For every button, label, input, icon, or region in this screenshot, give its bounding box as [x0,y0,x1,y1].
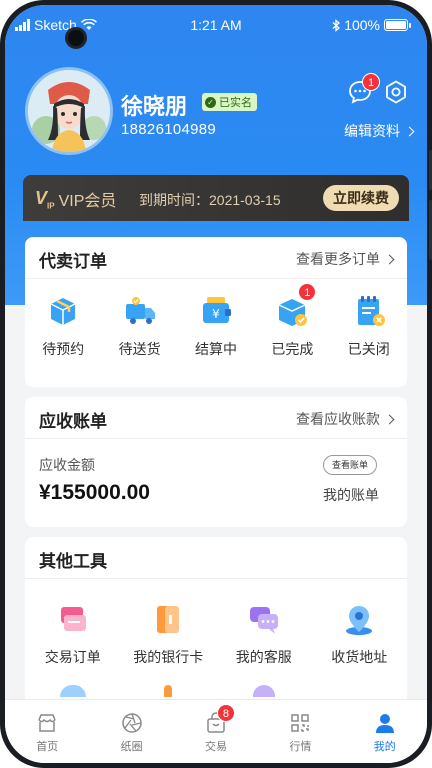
view-receivables-label: 查看应收账款 [296,411,380,427]
aperture-icon [121,712,143,734]
tab-label: 纸圈 [120,741,143,753]
tool-trade-orders[interactable]: 交易订单 [25,603,121,667]
tab-label: 行情 [289,741,312,753]
truck-icon [122,293,158,329]
order-status-completed[interactable]: 1 已完成 [254,283,330,359]
order-status-pending-delivery[interactable]: 待送货 [101,293,177,359]
message-badge: 1 [362,73,380,91]
vip-expire-label: 到期时间： [139,192,209,208]
receivables-title: 应收账单 [39,412,107,431]
person-icon [374,712,396,734]
tab-label: 交易 [204,741,227,753]
vip-expire: 到期时间：2021-03-15 [139,190,281,210]
user-phone: 18826104989 [121,121,217,138]
chevron-right-icon [404,126,415,136]
view-bill-button[interactable]: 查看账单 [322,455,377,475]
tab-paper-circle[interactable]: 纸圈 [89,700,173,763]
order-status-label: 待送货 [118,341,161,357]
bank-card-icon [151,603,185,637]
tools-grid: 交易订单 我的银行卡 我的客服 收货地址 [25,603,407,667]
battery-icon [384,19,408,31]
tool-label: 交易订单 [44,649,101,665]
order-status-closed[interactable]: 已关闭 [331,293,407,359]
tool-shipping-address[interactable]: 收货地址 [312,603,408,667]
chat-bubbles-icon [247,603,281,637]
vip-expire-date: 2021-03-15 [209,192,281,208]
view-receivables-link[interactable]: 查看应收账款 [296,409,395,429]
amount-value: ¥155000.00 [39,481,150,504]
receivables-card: 应收账单 查看应收账款 应收金额 ¥155000.00 查看账单 我的账单 [25,397,407,527]
order-status-label: 已完成 [271,341,314,357]
svg-text:¥: ¥ [212,307,220,321]
tool-customer-service[interactable]: 我的客服 [216,603,312,667]
chevron-right-icon [384,414,395,424]
order-status-label: 待预约 [42,341,85,357]
vip-logo: VIP VIP会员 [35,187,116,211]
grid-icon [289,712,311,734]
tab-trade[interactable]: 8 交易 [174,700,258,763]
vip-crown-icon: VIP [35,187,55,211]
verified-label: 已实名 [219,97,252,109]
front-camera [65,27,87,49]
tab-mine[interactable]: 我的 [343,700,427,763]
tab-home[interactable]: 首页 [5,700,89,763]
order-card-icon [56,603,90,637]
user-name: 徐晓朋 [121,94,188,119]
more-orders-link[interactable]: 查看更多订单 [296,249,395,269]
store-icon [36,712,58,734]
my-bill-link[interactable]: 我的账单 [323,485,379,505]
tool-icon-partial [252,685,275,697]
bluetooth-icon [332,18,341,32]
message-button[interactable]: 1 [347,73,380,105]
tool-icon-partial [164,685,173,697]
vip-banner: VIP VIP会员 到期时间：2021-03-15 立即续费 [23,175,409,221]
tool-icon-partial [59,685,86,697]
renew-button[interactable]: 立即续费 [323,185,399,211]
tool-label: 我的银行卡 [133,649,204,665]
chevron-right-icon [384,254,395,264]
bag-icon: 8 [205,704,235,734]
orders-card: 代卖订单 查看更多订单 待预约 待送货 ¥ 结算中 1 已完成 已关闭 [25,237,407,387]
tab-label: 首页 [36,741,59,753]
battery-percent: 100% [344,17,380,33]
tab-market[interactable]: 行情 [258,700,342,763]
order-status-pending-appointment[interactable]: 待预约 [25,293,101,359]
gear-icon [386,80,406,104]
tool-label: 收货地址 [331,649,388,665]
vip-title: VIP会员 [58,193,117,210]
app-screen: Sketch 1:21 AM 100% 徐晓朋 ✓ 已实名 1882610498… [5,5,427,763]
box-icon [45,293,81,329]
avatar-illustration-icon [28,70,110,152]
tab-label: 我的 [373,741,396,753]
order-status-grid: 待预约 待送货 ¥ 结算中 1 已完成 已关闭 [25,283,407,359]
location-pin-icon [342,603,376,637]
box-check-icon: 1 [274,283,317,329]
order-status-settling[interactable]: ¥ 结算中 [178,293,254,359]
settings-button[interactable] [383,79,409,105]
wallet-icon: ¥ [198,293,234,329]
verified-badge: ✓ 已实名 [202,93,257,111]
order-status-label: 已关闭 [347,341,390,357]
completed-badge: 1 [298,283,317,301]
tools-title: 其他工具 [39,552,107,571]
amount-label: 应收金额 [39,457,95,473]
avatar[interactable] [25,67,113,155]
more-orders-label: 查看更多订单 [296,251,380,267]
trade-badge: 8 [216,704,235,722]
check-icon: ✓ [205,96,216,108]
edit-profile-label: 编辑资料 [344,123,400,139]
orders-title: 代卖订单 [39,252,107,271]
tools-grid-row2 [25,685,407,697]
tool-bank-cards[interactable]: 我的银行卡 [121,603,217,667]
notepad-close-icon [351,293,387,329]
order-status-label: 结算中 [194,341,237,357]
tool-label: 我的客服 [235,649,292,665]
edit-profile-link[interactable]: 编辑资料 [344,121,415,141]
bottom-tab-bar: 首页 纸圈 8 交易 行情 我的 [5,699,427,763]
